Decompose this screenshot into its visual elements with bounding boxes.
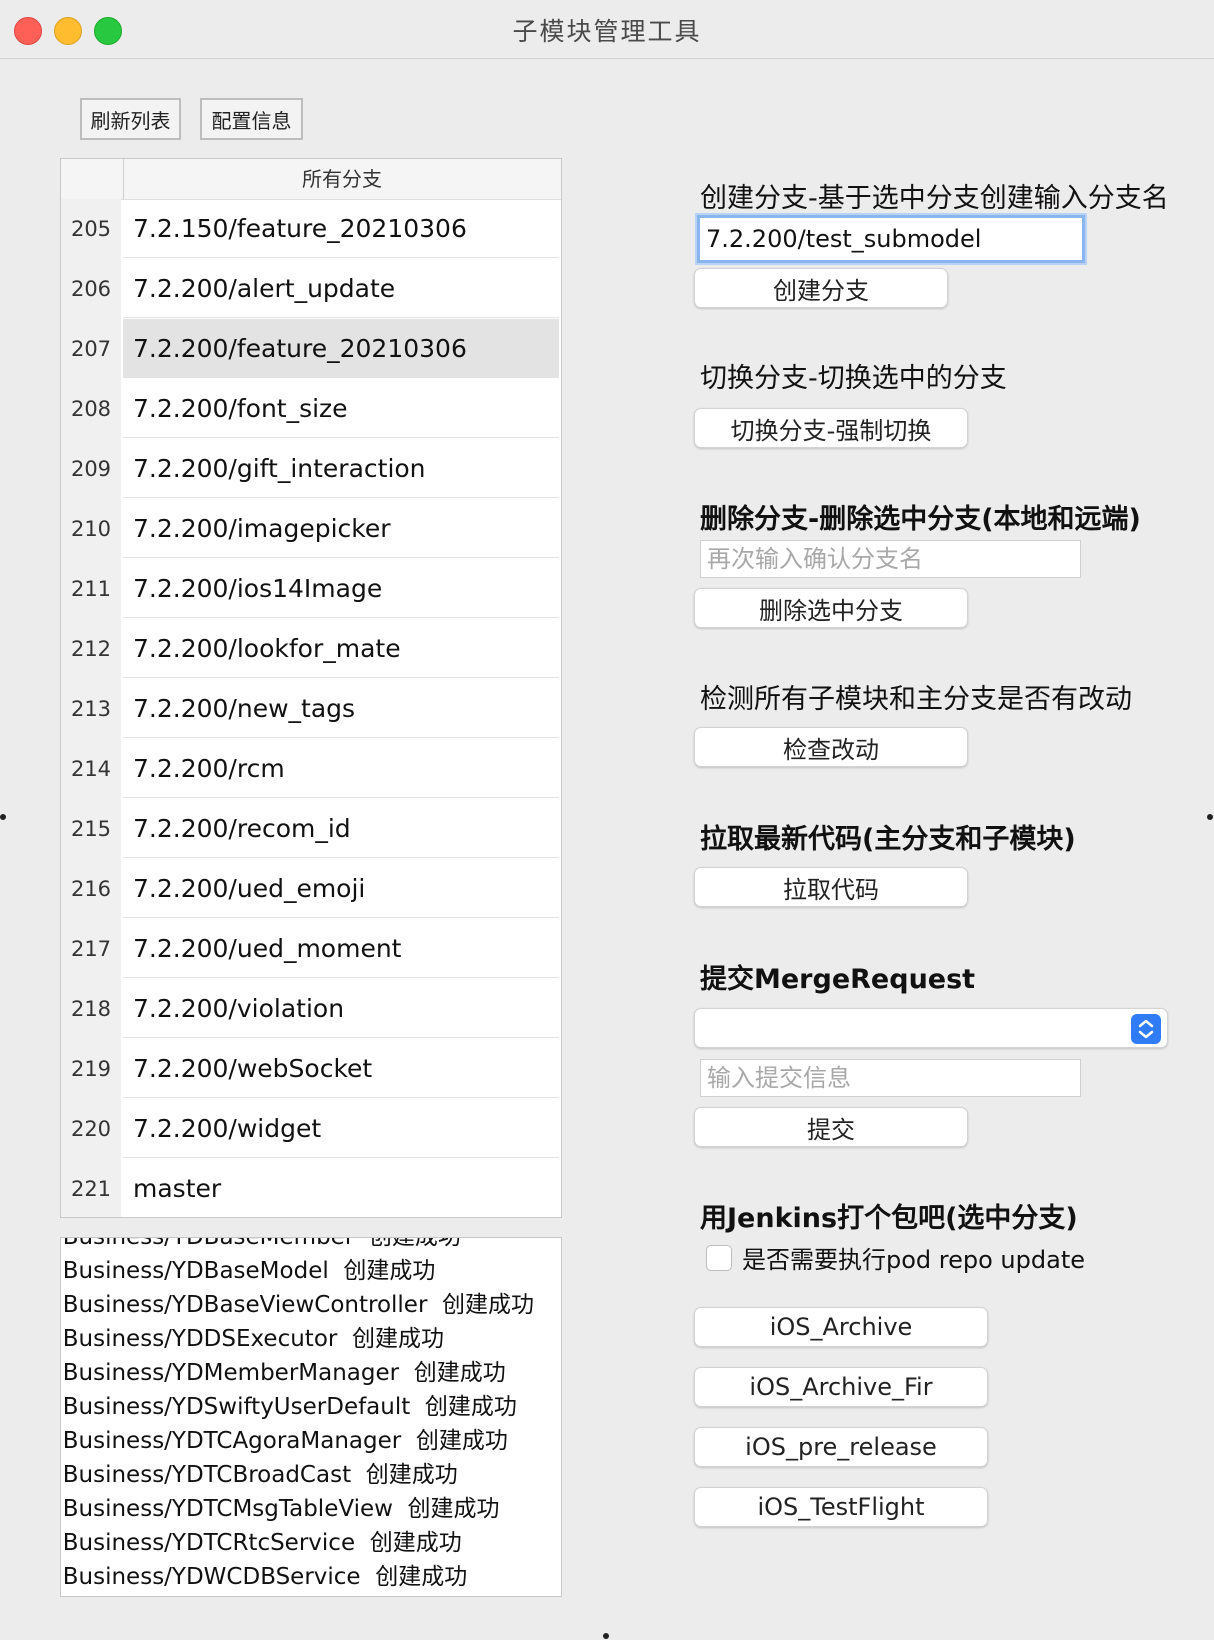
branch-name-cell[interactable]: 7.2.200/gift_interaction: [123, 439, 559, 498]
pod-repo-update-checkbox[interactable]: [706, 1245, 732, 1271]
confirm-branch-name-input[interactable]: [700, 540, 1081, 578]
branch-name-cell[interactable]: 7.2.200/recom_id: [123, 799, 559, 858]
table-row[interactable]: 215 7.2.200/recom_id: [61, 799, 561, 859]
pull-code-title: 拉取最新代码(主分支和子模块): [700, 824, 1076, 855]
force-switch-branch-button[interactable]: 切换分支-强制切换: [694, 408, 968, 448]
create-branch-button[interactable]: 创建分支: [694, 268, 948, 308]
log-line: :Business/YDTCAgoraManager 创建成功: [60, 1428, 508, 1454]
delete-selected-branch-button[interactable]: 删除选中分支: [694, 588, 968, 628]
branch-name-cell[interactable]: master: [123, 1159, 559, 1217]
check-changes-title: 检测所有子模块和主分支是否有改动: [700, 684, 1132, 715]
log-line: :Business/YDBaseModel 创建成功: [60, 1258, 436, 1284]
row-number: 213: [61, 679, 121, 739]
resize-handle-bottom[interactable]: [603, 1633, 609, 1639]
log-line: :Business/YDDSExecutor 创建成功: [60, 1326, 444, 1352]
row-number: 212: [61, 619, 121, 679]
branch-name-cell[interactable]: 7.2.150/feature_20210306: [123, 199, 559, 258]
jenkins-title: 用Jenkins打个包吧(选中分支): [700, 1203, 1078, 1234]
table-row[interactable]: 206 7.2.200/alert_update: [61, 259, 561, 319]
branch-name-cell[interactable]: 7.2.200/violation: [123, 979, 559, 1038]
log-line: :Business/YDSwiftyUserDefault 创建成功: [60, 1394, 517, 1420]
row-number: 207: [61, 319, 121, 379]
table-row[interactable]: 219 7.2.200/webSocket: [61, 1039, 561, 1099]
branch-table[interactable]: 所有分支 205 7.2.150/feature_20210306 206 7.2.2…: [60, 158, 562, 1218]
branch-name-cell[interactable]: 7.2.200/alert_update: [123, 259, 559, 318]
branch-name-cell[interactable]: 7.2.200/ued_emoji: [123, 859, 559, 918]
row-number: 218: [61, 979, 121, 1039]
table-row[interactable]: 212 7.2.200/lookfor_mate: [61, 619, 561, 679]
branch-name-cell[interactable]: 7.2.200/ued_moment: [123, 919, 559, 978]
row-number: 217: [61, 919, 121, 979]
table-row[interactable]: 217 7.2.200/ued_moment: [61, 919, 561, 979]
row-number-header: [61, 159, 124, 199]
row-number: 216: [61, 859, 121, 919]
refresh-list-button[interactable]: 刷新列表: [80, 98, 181, 140]
table-row[interactable]: 211 7.2.200/ios14Image: [61, 559, 561, 619]
jenkins-ios-archive-button[interactable]: iOS_Archive: [694, 1307, 988, 1347]
table-row[interactable]: 209 7.2.200/gift_interaction: [61, 439, 561, 499]
log-line: :Business/YDMemberManager 创建成功: [60, 1360, 506, 1386]
branch-name-cell[interactable]: 7.2.200/font_size: [123, 379, 559, 438]
table-row[interactable]: 220 7.2.200/widget: [61, 1099, 561, 1159]
table-row[interactable]: 221 master: [61, 1159, 561, 1217]
row-number: 220: [61, 1099, 121, 1159]
table-row[interactable]: 218 7.2.200/violation: [61, 979, 561, 1039]
title-bar: 子模块管理工具: [0, 0, 1214, 59]
log-line: :Business/YDTCBroadCast 创建成功: [60, 1462, 458, 1488]
jenkins-ios-archive-fir-button[interactable]: iOS_Archive_Fir: [694, 1367, 988, 1407]
table-row[interactable]: 214 7.2.200/rcm: [61, 739, 561, 799]
row-number: 209: [61, 439, 121, 499]
create-branch-title: 创建分支-基于选中分支创建输入分支名: [700, 183, 1169, 214]
jenkins-ios-pre-release-button[interactable]: iOS_pre_release: [694, 1427, 988, 1467]
window-title: 子模块管理工具: [512, 17, 702, 46]
row-number: 215: [61, 799, 121, 859]
new-branch-name-input[interactable]: [697, 215, 1085, 263]
log-line: :Business/YDWCDBService 创建成功: [60, 1564, 468, 1590]
table-row[interactable]: 207 7.2.200/feature_20210306: [61, 319, 561, 379]
row-number: 208: [61, 379, 121, 439]
log-line: :Business/YDTCMsgTableView 创建成功: [60, 1496, 500, 1522]
row-number: 206: [61, 259, 121, 319]
config-info-button[interactable]: 配置信息: [200, 98, 303, 140]
branch-name-cell[interactable]: 7.2.200/feature_20210306: [123, 319, 559, 378]
branch-name-cell[interactable]: 7.2.200/widget: [123, 1099, 559, 1158]
table-row[interactable]: 216 7.2.200/ued_emoji: [61, 859, 561, 919]
switch-branch-title: 切换分支-切换选中的分支: [700, 363, 1007, 394]
table-row[interactable]: 205 7.2.150/feature_20210306: [61, 199, 561, 259]
table-row[interactable]: 210 7.2.200/imagepicker: [61, 499, 561, 559]
pull-code-button[interactable]: 拉取代码: [694, 867, 968, 907]
branch-name-cell[interactable]: 7.2.200/lookfor_mate: [123, 619, 559, 678]
branch-name-cell[interactable]: 7.2.200/rcm: [123, 739, 559, 798]
log-line: :Business/YDBaseViewController 创建成功: [60, 1292, 535, 1318]
check-changes-button[interactable]: 检查改动: [694, 727, 968, 767]
log-line: :Business/YDTCRtcService 创建成功: [60, 1530, 462, 1556]
pod-repo-update-label: 是否需要执行pod repo update: [742, 1246, 1085, 1274]
branch-name-cell[interactable]: 7.2.200/webSocket: [123, 1039, 559, 1098]
row-number: 210: [61, 499, 121, 559]
log-output[interactable]: :Business/YDBaseMember 创建成功 :Business/YDB…: [60, 1237, 562, 1597]
branch-name-cell[interactable]: 7.2.200/imagepicker: [123, 499, 559, 558]
row-number: 211: [61, 559, 121, 619]
commit-message-input[interactable]: [700, 1059, 1081, 1097]
table-header: 所有分支: [61, 159, 561, 200]
merge-request-title: 提交MergeRequest: [700, 964, 976, 995]
branch-name-cell[interactable]: 7.2.200/ios14Image: [123, 559, 559, 618]
resize-handle-left[interactable]: [0, 814, 6, 820]
jenkins-ios-testflight-button[interactable]: iOS_TestFlight: [694, 1487, 988, 1527]
submit-merge-request-button[interactable]: 提交: [694, 1107, 968, 1147]
table-row[interactable]: 213 7.2.200/new_tags: [61, 679, 561, 739]
resize-handle-right[interactable]: [1207, 814, 1213, 820]
branch-name-cell[interactable]: 7.2.200/new_tags: [123, 679, 559, 738]
all-branches-column-header[interactable]: 所有分支: [123, 159, 561, 199]
merge-target-select[interactable]: [694, 1008, 1168, 1048]
app-window: 子模块管理工具 刷新列表 配置信息 所有分支 205 7.2.150/featur…: [0, 0, 1214, 1640]
row-number: 205: [61, 199, 121, 259]
chevron-up-down-icon: [1131, 1014, 1161, 1044]
table-row[interactable]: 208 7.2.200/font_size: [61, 379, 561, 439]
log-line: :Business/YDBaseMember 创建成功: [60, 1237, 461, 1250]
row-number: 219: [61, 1039, 121, 1099]
row-number: 214: [61, 739, 121, 799]
row-number: 221: [61, 1159, 121, 1217]
delete-branch-title: 删除分支-删除选中分支(本地和远端): [700, 504, 1141, 535]
